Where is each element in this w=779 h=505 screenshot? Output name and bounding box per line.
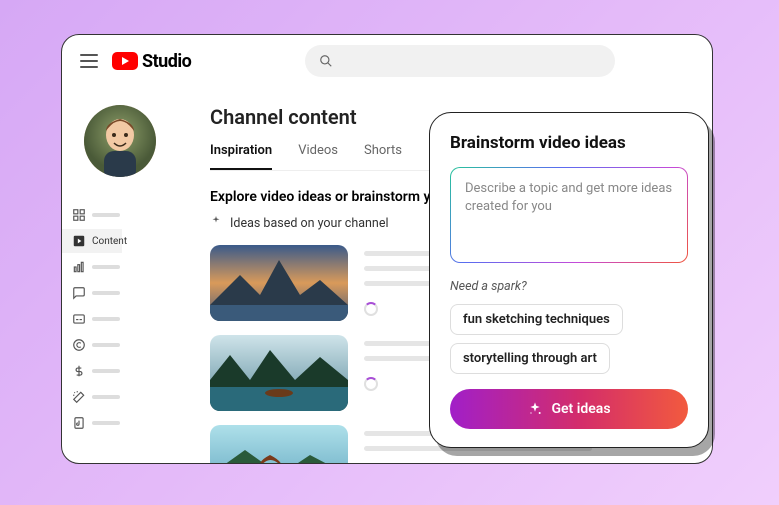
play-square-icon [72, 234, 86, 248]
sidebar-item-dashboard[interactable] [62, 203, 122, 227]
search-input[interactable] [305, 45, 615, 77]
comments-icon [72, 286, 86, 300]
subtitles-icon [72, 312, 86, 326]
tab-inspiration[interactable]: Inspiration [210, 143, 272, 170]
suggestion-chip[interactable]: storytelling through art [450, 343, 610, 374]
analytics-icon [72, 260, 86, 274]
topic-input[interactable]: Describe a topic and get more ideas crea… [450, 167, 688, 263]
sidebar-item-earn[interactable] [62, 359, 122, 383]
product-name: Studio [142, 51, 191, 72]
spark-hint: Need a spark? [450, 279, 688, 294]
youtube-studio-logo[interactable]: Studio [112, 51, 191, 72]
sidebar-item-audio[interactable] [62, 411, 122, 435]
sparkle-icon [527, 401, 543, 417]
suggestion-chips: fun sketching techniques storytelling th… [450, 304, 688, 374]
search-icon [319, 54, 333, 68]
sidebar-item-label: Content [92, 236, 127, 247]
magic-wand-icon [72, 390, 86, 404]
audio-library-icon [72, 416, 86, 430]
get-ideas-button[interactable]: Get ideas [450, 389, 688, 429]
sidebar-item-copyright[interactable] [62, 333, 122, 357]
sidebar-item-customization[interactable] [62, 385, 122, 409]
dollar-icon [72, 364, 86, 378]
app-header: Studio [62, 35, 712, 87]
idea-thumbnail [210, 245, 348, 321]
loading-spinner-icon [364, 302, 378, 316]
menu-icon[interactable] [80, 54, 98, 68]
brainstorm-card: Brainstorm video ideas Describe a topic … [429, 112, 709, 448]
sidebar-item-analytics[interactable] [62, 255, 122, 279]
loading-spinner-icon [364, 377, 378, 391]
idea-thumbnail [210, 335, 348, 411]
sidebar-item-content[interactable]: Content [62, 229, 122, 253]
dashboard-icon [72, 208, 86, 222]
copyright-icon [72, 338, 86, 352]
idea-thumbnail [210, 425, 348, 463]
tab-shorts[interactable]: Shorts [364, 143, 402, 170]
sparkle-icon [210, 215, 222, 231]
card-title: Brainstorm video ideas [450, 133, 688, 153]
topic-placeholder: Describe a topic and get more ideas crea… [465, 181, 672, 214]
cta-label: Get ideas [551, 401, 610, 417]
suggestion-chip[interactable]: fun sketching techniques [450, 304, 623, 335]
tab-videos[interactable]: Videos [298, 143, 338, 170]
channel-avatar[interactable] [84, 105, 156, 177]
sidebar-item-comments[interactable] [62, 281, 122, 305]
sidebar-item-subtitles[interactable] [62, 307, 122, 331]
youtube-icon [112, 52, 138, 70]
